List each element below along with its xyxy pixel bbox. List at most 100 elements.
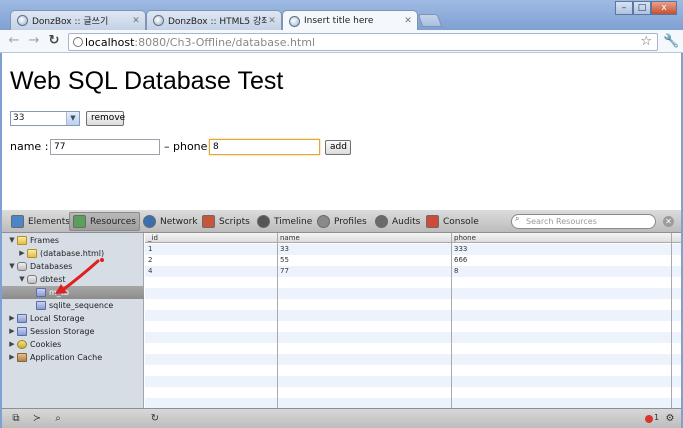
database-icon [27,275,37,284]
add-button[interactable]: add [325,140,351,155]
disclosure-closed-icon[interactable]: ▶ [18,247,26,260]
table-icon [36,301,46,310]
minimize-button[interactable]: – [615,1,633,15]
tree-item-sqlite-sequence[interactable]: sqlite_sequence [2,299,144,312]
cell-phone[interactable]: 333 [454,244,467,255]
tree-item-frames[interactable]: ▼ Frames [2,234,144,247]
url-text: localhost:8080/Ch3-Offline/database.html [85,36,316,49]
back-arrow-icon[interactable]: ← [7,34,21,48]
devtools-tab-elements[interactable]: Elements [8,212,73,231]
console-icon [426,215,439,228]
tree-label: Session Storage [30,327,95,336]
tab-close-icon[interactable]: ✕ [131,16,141,26]
browser-tab-2[interactable]: DonzBox :: HTML5 강좌 ( ✕ [146,10,282,30]
clear-search-icon[interactable]: ✕ [663,216,674,227]
page-title: Web SQL Database Test [10,67,284,95]
tree-item-databases[interactable]: ▼ Databases [2,260,144,273]
address-bar[interactable]: localhost:8080/Ch3-Offline/database.html… [68,33,658,51]
inspect-search-icon[interactable]: ⌕ [50,412,66,426]
cookie-icon [17,340,27,349]
favicon-icon [289,15,300,27]
favicon-icon [153,15,164,26]
tree-item-frame-document[interactable]: ▶ (database.html) [2,247,144,260]
dropdown-arrow-icon[interactable]: ▼ [66,112,79,125]
tree-item-application-cache[interactable]: ▶ Application Cache [2,351,144,364]
resources-search-input[interactable]: Search Resources [511,214,656,229]
browser-tab-3-active[interactable]: Insert title here ✕ [282,10,418,31]
cell-name[interactable]: 77 [280,266,289,277]
cell-id[interactable]: 1 [148,244,152,255]
devtools-tab-scripts[interactable]: Scripts [199,212,253,231]
devtools-tab-console[interactable]: Console [423,212,482,231]
maximize-button[interactable]: □ [633,1,651,15]
error-icon[interactable] [645,415,653,423]
page-info-icon [73,37,83,47]
table-icon [36,288,46,297]
window-controls: – □ x [615,1,677,15]
column-header-name[interactable]: name [280,233,300,243]
remove-button[interactable]: remove [86,111,125,126]
tree-item-dbtest[interactable]: ▼ dbtest [2,273,144,286]
column-header-id[interactable]: _id [148,233,158,243]
tree-label: Application Cache [30,353,103,362]
disclosure-closed-icon[interactable]: ▶ [8,338,16,351]
tree-label: Databases [30,262,73,271]
tree-item-cookies[interactable]: ▶ Cookies [2,338,144,351]
console-drawer-icon[interactable]: ≻ [29,412,45,426]
new-tab-button[interactable] [417,14,443,27]
dock-toggle-icon[interactable]: ⧉ [8,412,24,426]
cell-phone[interactable]: 8 [454,266,458,277]
error-count[interactable]: 1 [654,413,659,422]
select-value: 33 [13,113,25,123]
tree-item-session-storage[interactable]: ▶ Session Storage [2,325,144,338]
name-label: name : [10,140,49,153]
devtools-tab-label: Network [160,216,198,227]
disclosure-closed-icon[interactable]: ▶ [8,312,16,325]
settings-gear-icon[interactable]: ⚙ [662,412,678,426]
devtools-tab-network[interactable]: Network [140,212,201,231]
timeline-icon [257,215,270,228]
close-window-button[interactable]: x [651,1,677,15]
cell-id[interactable]: 2 [148,255,152,266]
cell-name[interactable]: 55 [280,255,289,266]
cell-name[interactable]: 33 [280,244,289,255]
bookmark-star-icon[interactable]: ☆ [640,34,652,49]
column-divider [671,233,672,408]
column-divider [451,233,452,408]
tab-title: Insert title here [304,16,374,26]
refresh-icon[interactable]: ↻ [147,412,163,426]
devtools-tab-label: Audits [392,216,421,227]
cell-phone[interactable]: 666 [454,255,467,266]
disclosure-open-icon[interactable]: ▼ [8,234,16,247]
network-icon [143,215,156,228]
devtools-tab-timeline[interactable]: Timeline [254,212,315,231]
disclosure-closed-icon[interactable]: ▶ [8,325,16,338]
disclosure-open-icon[interactable]: ▼ [18,273,26,286]
phone-input[interactable]: 8 [209,139,320,155]
disclosure-open-icon[interactable]: ▼ [8,260,16,273]
reload-icon[interactable]: ↻ [47,34,61,48]
cell-id[interactable]: 4 [148,266,152,277]
devtools-tab-label: Timeline [274,216,313,227]
table-data-grid: _id name phone 1 33 333 2 55 666 4 77 8 [145,233,681,408]
forward-arrow-icon[interactable]: → [27,34,41,48]
app-cache-icon [17,353,27,362]
column-header-phone[interactable]: phone [454,233,476,243]
column-divider [277,233,278,408]
tree-item-table-selected[interactable]: m_tb [2,286,144,299]
tree-item-local-storage[interactable]: ▶ Local Storage [2,312,144,325]
disclosure-closed-icon[interactable]: ▶ [8,351,16,364]
tab-close-icon[interactable]: ✕ [403,16,413,26]
devtools-tab-audits[interactable]: Audits [372,212,423,231]
tab-close-icon[interactable]: ✕ [267,16,277,26]
name-input[interactable]: 77 [50,139,160,155]
wrench-menu-icon[interactable]: 🔧 [663,34,679,49]
devtools-tab-resources[interactable]: Resources [69,212,140,231]
devtools-tab-profiles[interactable]: Profiles [314,212,370,231]
browser-tab-1[interactable]: DonzBox :: 글쓰기 ✕ [10,10,146,30]
scripts-icon [202,215,215,228]
devtools-panel: Elements Resources Network Scripts Timel… [0,210,683,428]
record-select[interactable]: 33 ▼ [10,111,80,126]
tab-title: DonzBox :: 글쓰기 [32,17,109,27]
devtools-tab-label: Resources [90,216,136,227]
